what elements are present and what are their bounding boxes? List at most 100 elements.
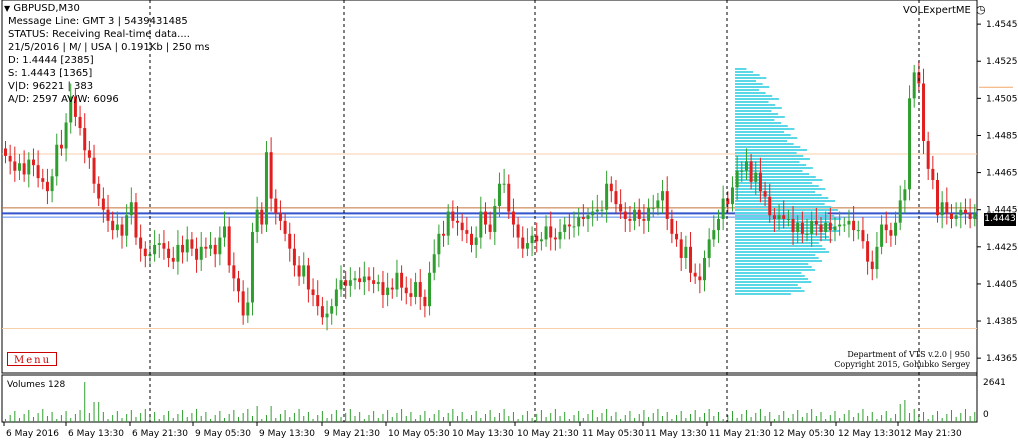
candle-body <box>712 230 716 240</box>
candle <box>959 202 963 229</box>
candle <box>693 263 697 284</box>
volume-profile-bar <box>735 77 767 79</box>
candle <box>661 180 665 214</box>
candle-body <box>614 191 618 205</box>
candle-body <box>814 220 818 225</box>
volume-axis-top: 2641 <box>983 378 1006 388</box>
candle-body <box>125 215 129 236</box>
volume-profile-bar <box>735 155 804 157</box>
candle <box>92 144 96 193</box>
candle-body <box>255 209 259 232</box>
dropdown-arrow-icon[interactable]: ▼ <box>4 4 10 13</box>
candle-body <box>45 181 49 192</box>
candle <box>78 105 82 136</box>
volume-profile-bar <box>735 122 782 124</box>
volume-profile-bar <box>735 287 802 289</box>
candle-body <box>898 200 902 223</box>
candle <box>922 68 926 155</box>
candle <box>856 220 860 240</box>
candle-body <box>311 289 315 296</box>
candle-body <box>218 237 222 255</box>
candle-body <box>204 246 208 249</box>
candle-body <box>497 183 501 206</box>
volume-profile-bar <box>735 101 769 103</box>
volume-profile-bar <box>735 125 788 127</box>
candle-body <box>167 248 171 258</box>
candle <box>530 226 534 257</box>
volume-profile-bar <box>735 278 809 280</box>
candle-body <box>856 230 860 232</box>
time-axis-label: 6 May 13:30 <box>68 429 124 439</box>
candle <box>190 231 194 257</box>
candle-body <box>689 246 693 273</box>
candle <box>348 267 352 297</box>
candle <box>302 252 306 284</box>
candle <box>218 226 222 266</box>
candle-body <box>483 211 487 225</box>
candle <box>493 198 497 245</box>
volume-profile-bar <box>735 239 833 241</box>
candle-body <box>577 217 581 227</box>
alarm-clock-icon[interactable]: ◷ <box>976 3 986 16</box>
price-chart[interactable]: 1.45451.45251.45051.44851.44651.44451.44… <box>0 0 1018 443</box>
candle-body <box>339 280 343 290</box>
time-axis-label: 9 May 13:30 <box>259 429 315 439</box>
candle-body <box>474 237 478 245</box>
candle <box>428 261 432 316</box>
candle <box>176 230 180 275</box>
candle-body <box>87 150 91 158</box>
candle <box>45 168 49 205</box>
candle-body <box>591 211 595 216</box>
candle <box>129 187 133 225</box>
candle-body <box>283 220 287 234</box>
candle <box>716 209 720 244</box>
candle-body <box>796 222 800 232</box>
candle <box>553 228 557 251</box>
candle-body <box>647 207 651 221</box>
volume-axis-bottom: 0 <box>983 410 989 420</box>
candle <box>689 231 693 283</box>
candle <box>563 217 567 240</box>
symbol-title: GBPUSD,M30 <box>13 3 80 14</box>
volume-profile-bar <box>735 200 835 202</box>
volume-profile-bar <box>735 149 807 151</box>
info-line: A/D: 2597 AV/W: 6096 <box>8 94 119 105</box>
candle-body <box>195 248 199 260</box>
candle-body <box>749 161 753 182</box>
candle <box>395 259 399 297</box>
time-axis-label: 6 May 2016 <box>6 429 59 439</box>
volume-profile-bar <box>735 80 756 82</box>
volume-profile-bar <box>735 263 809 265</box>
info-line: D: 1.4444 [2385] <box>8 55 94 66</box>
candle <box>936 172 939 223</box>
candle-body <box>758 172 762 192</box>
candle <box>292 233 296 277</box>
candle-body <box>819 224 823 232</box>
candle-body <box>572 226 576 228</box>
candle-body <box>684 246 688 258</box>
candle-body <box>442 233 446 236</box>
candle <box>963 198 967 225</box>
candle <box>675 220 679 247</box>
candle-body <box>525 243 529 249</box>
candle <box>698 263 702 294</box>
candle-body <box>325 313 329 318</box>
volume-profile-bar <box>735 260 822 262</box>
candle-body <box>232 265 236 279</box>
candle <box>372 267 376 294</box>
menu-button[interactable]: Menu <box>7 352 57 366</box>
candle <box>264 141 268 232</box>
mt4-chart-window[interactable]: 1.4545 1.4525 1.4505 1.4485 1.4465 1.4445 1.44… <box>0 0 1018 443</box>
candle <box>111 211 115 240</box>
candle-body <box>619 204 623 212</box>
candle-body <box>451 211 455 221</box>
candle <box>456 205 460 236</box>
volume-profile-bar <box>735 179 823 181</box>
candle-body <box>535 235 539 242</box>
candle <box>13 146 17 182</box>
candle <box>679 231 683 271</box>
candle <box>647 198 651 232</box>
price-axis-label: 1.4365 <box>986 354 1018 364</box>
volume-profile-bar <box>735 128 795 130</box>
volume-profile-bar <box>735 113 779 115</box>
